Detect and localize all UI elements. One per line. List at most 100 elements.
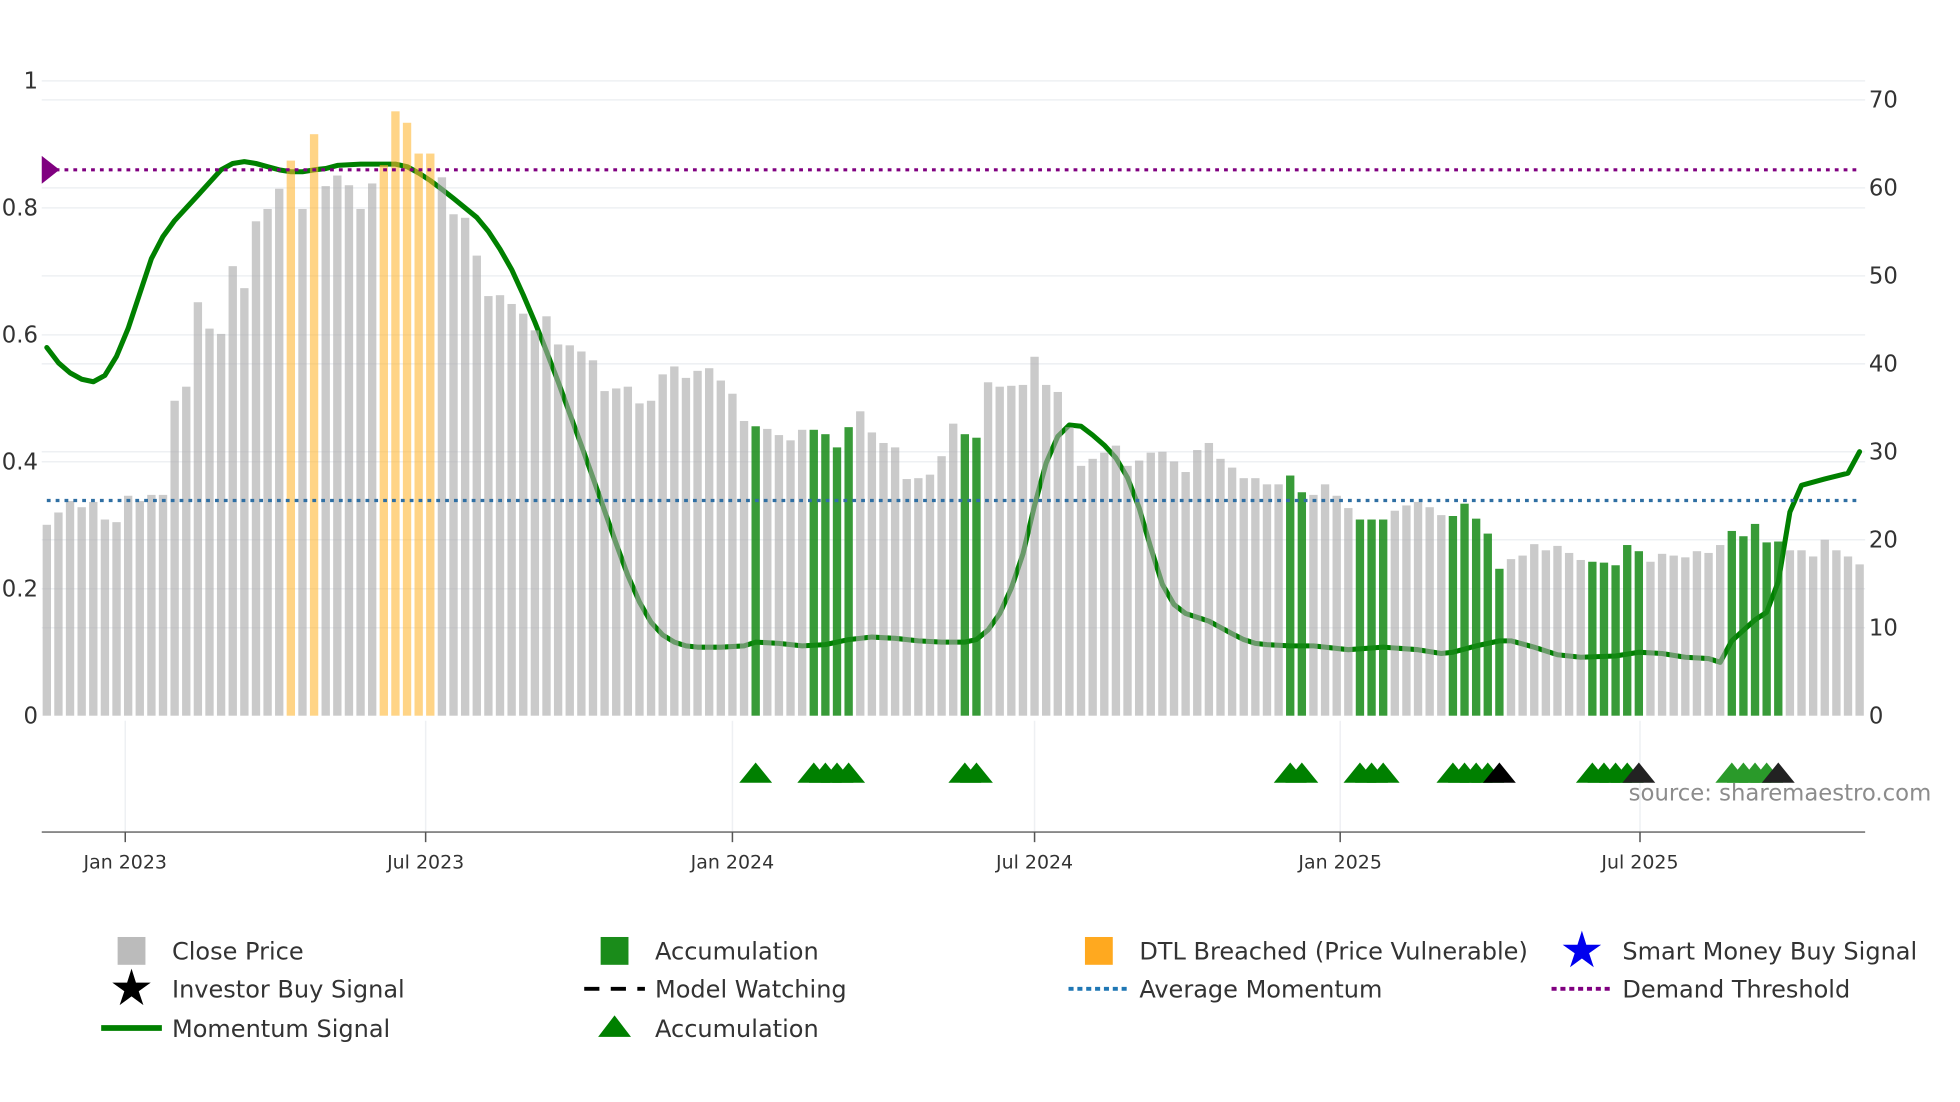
- close-price-bar: [797, 429, 807, 716]
- close-price-bar: [670, 366, 679, 716]
- right-tick-label: 0: [1869, 703, 1883, 729]
- legend-square-icon: [117, 936, 146, 965]
- legend-triangle-icon: [598, 1015, 632, 1037]
- close-price-bar: [205, 328, 214, 716]
- legend-item: Accumulation: [600, 936, 819, 966]
- close-price-bar: [983, 382, 993, 716]
- legend-label: Momentum Signal: [172, 1015, 390, 1043]
- close-price-bar: [321, 186, 330, 716]
- close-price-bar: [65, 501, 75, 716]
- close-price-bar: [228, 266, 237, 716]
- close-price-bar: [1042, 384, 1051, 716]
- close-price-bar: [890, 447, 900, 716]
- accumulation-bar: [832, 447, 842, 716]
- close-price-bar: [1785, 550, 1795, 716]
- accumulation-bar: [972, 437, 981, 716]
- demand-threshold-diamond-icon: [41, 155, 60, 184]
- close-price-bar: [774, 435, 784, 716]
- close-price-bar: [275, 188, 284, 716]
- close-price-bar: [1530, 544, 1539, 716]
- accumulation-bar: [1750, 523, 1760, 716]
- price-bars: [42, 111, 1864, 716]
- close-price-bar: [1053, 391, 1062, 716]
- close-price-bar: [1088, 458, 1097, 716]
- close-price-bar: [705, 368, 714, 716]
- legend-item: Smart Money Buy Signal: [1562, 930, 1917, 968]
- legend-star-icon: [1562, 930, 1602, 968]
- legend-item: Average Momentum: [1068, 976, 1382, 1004]
- close-price-bar: [1402, 505, 1411, 716]
- close-price-bar: [879, 442, 888, 716]
- close-price-bar: [1808, 556, 1818, 716]
- legend-label: Accumulation: [655, 938, 819, 966]
- close-price-bar: [995, 386, 1004, 716]
- close-price-bar: [542, 316, 551, 716]
- x-tick-label: Jul 2025: [1600, 852, 1678, 874]
- legend-label: Smart Money Buy Signal: [1622, 938, 1917, 966]
- legend-item: Accumulation: [598, 1015, 819, 1043]
- close-price-bar: [216, 333, 226, 716]
- close-price-bar: [263, 208, 272, 716]
- x-tick-label: Jul 2023: [386, 852, 464, 874]
- dtl-breached-bar: [426, 153, 435, 716]
- close-price-bar: [1065, 427, 1074, 716]
- close-price-bar: [1193, 450, 1202, 716]
- close-price-bar: [1646, 561, 1655, 716]
- legend-square-icon: [600, 936, 629, 965]
- close-price-bar: [1146, 452, 1155, 716]
- right-tick-label: 10: [1869, 615, 1898, 641]
- close-price-bar: [1100, 452, 1109, 716]
- right-tick-label: 40: [1869, 351, 1898, 377]
- close-price-bar: [902, 479, 911, 716]
- close-price-bar: [449, 214, 458, 716]
- close-price-bar: [937, 456, 946, 716]
- close-price-bar: [925, 474, 935, 716]
- legend-label: Average Momentum: [1139, 976, 1382, 1004]
- accumulation-bar: [1355, 519, 1365, 716]
- dtl-breached-bar: [414, 153, 423, 716]
- close-price-bar: [739, 420, 749, 716]
- close-price-bar: [716, 380, 725, 716]
- accumulation-bar: [1286, 475, 1295, 716]
- close-price-bar: [1134, 460, 1144, 716]
- accumulation-bar: [1460, 503, 1469, 716]
- close-price-bar: [147, 494, 156, 716]
- legend-label: DTL Breached (Price Vulnerable): [1139, 938, 1528, 966]
- close-price-bar: [914, 478, 923, 716]
- close-price-bar: [1076, 465, 1086, 716]
- close-price-bar: [42, 524, 51, 716]
- left-tick-label: 1: [23, 69, 37, 95]
- close-price-bar: [646, 400, 656, 716]
- accumulation-bar: [1448, 516, 1458, 716]
- legend-label: Investor Buy Signal: [172, 976, 405, 1004]
- accumulation-bar: [1599, 562, 1609, 716]
- close-price-bar: [507, 303, 516, 716]
- close-price-bar: [1855, 564, 1864, 716]
- close-price-bar: [368, 183, 377, 716]
- close-price-bar: [1239, 478, 1248, 716]
- x-tick-label: Jan 2024: [690, 852, 774, 874]
- accumulation-bar: [1774, 541, 1783, 716]
- close-price-bar: [1320, 484, 1330, 716]
- close-price-bar: [600, 391, 609, 716]
- legend-item: DTL Breached (Price Vulnerable): [1084, 936, 1528, 966]
- dtl-breached-bar: [309, 134, 319, 716]
- accumulation-bar: [809, 429, 818, 716]
- accumulation-bar: [1297, 492, 1307, 716]
- close-price-bar: [298, 208, 307, 716]
- close-price-bar: [728, 393, 737, 716]
- legend: Close Price Accumulation DTL Breached (Pri…: [101, 930, 1917, 1043]
- accumulation-bar: [1379, 519, 1388, 716]
- close-price-bar: [658, 374, 667, 716]
- close-price-bar: [484, 296, 493, 716]
- legend-star-icon: [112, 968, 151, 1006]
- legend-item: Close Price: [117, 936, 304, 966]
- dtl-breached-bar: [391, 111, 400, 716]
- close-price-bar: [1669, 555, 1678, 716]
- close-price-bar: [1704, 552, 1713, 716]
- close-price-bar: [612, 388, 621, 716]
- close-price-bar: [1216, 458, 1225, 716]
- accumulation-bar: [751, 426, 760, 716]
- close-price-bar: [1123, 465, 1132, 716]
- accumulation-bar: [844, 427, 853, 716]
